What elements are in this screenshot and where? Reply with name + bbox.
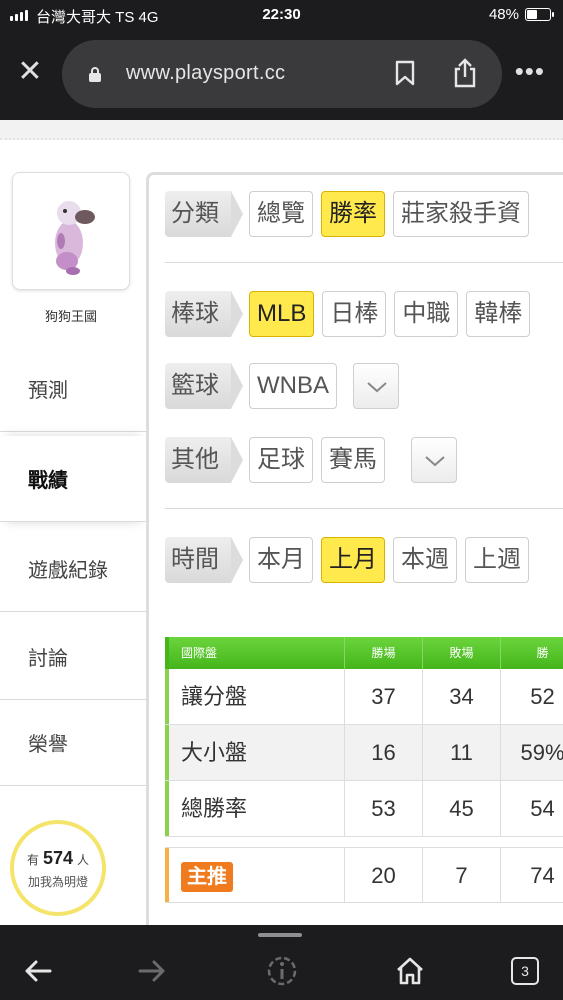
avatar[interactable] <box>12 172 130 290</box>
divider <box>165 508 563 509</box>
header-winrate: 勝 <box>501 637 563 669</box>
page-edge-decoration <box>0 120 563 140</box>
basketball-filter-row: 籃球 WNBA <box>165 361 399 411</box>
league-option-kbo[interactable]: 韓棒 <box>466 291 531 337</box>
category-tag: 分類 <box>165 191 243 237</box>
category-option-winrate[interactable]: 勝率 <box>321 191 385 237</box>
header-market: 國際盤 <box>165 637 345 669</box>
other-filter-row: 其他 足球 賽馬 <box>165 435 457 485</box>
lock-icon <box>89 67 101 82</box>
follow-lamp-badge[interactable]: 有 574 人 加我為明燈 <box>10 820 106 916</box>
time-option-this-month[interactable]: 本月 <box>249 537 313 583</box>
back-arrow-icon[interactable] <box>20 953 56 989</box>
wins-cell: 20 <box>345 848 423 902</box>
page-info-icon[interactable] <box>264 953 300 989</box>
league-option-npb[interactable]: 日棒 <box>322 291 387 337</box>
row-label: 讓分盤 <box>165 669 345 724</box>
basketball-tag: 籃球 <box>165 363 243 409</box>
follow-lamp-label: 加我為明燈 <box>27 875 88 889</box>
battery-percent: 48% <box>488 6 519 23</box>
battery-icon <box>525 8 554 21</box>
winrate-cell: 52 <box>501 669 563 724</box>
losses-cell: 11 <box>423 725 501 780</box>
more-menu-icon[interactable]: ••• <box>515 56 545 87</box>
row-label: 總勝率 <box>165 781 345 836</box>
category-filter-row: 分類 總覽 勝率 莊家殺手資 <box>165 189 529 239</box>
fan-count: 有 574 人 <box>26 848 90 868</box>
table-row: 總勝率 53 45 54 <box>165 781 563 837</box>
other-tag: 其他 <box>165 437 243 483</box>
league-option-horse-racing[interactable]: 賽馬 <box>321 437 385 483</box>
close-icon[interactable]: ✕ <box>16 57 44 87</box>
chevron-down-icon <box>367 382 387 393</box>
forward-arrow-icon[interactable] <box>134 953 170 989</box>
nav-item-record[interactable]: 戰績 <box>0 436 146 522</box>
home-icon[interactable] <box>392 953 428 989</box>
wins-cell: 16 <box>345 725 423 780</box>
category-option-bookie-killer[interactable]: 莊家殺手資 <box>393 191 529 237</box>
recommended-badge: 主推 <box>181 862 233 893</box>
losses-cell: 45 <box>423 781 501 836</box>
divider <box>165 262 563 263</box>
dog-figure-avatar-icon <box>13 173 129 289</box>
header-wins: 勝場 <box>345 637 423 669</box>
profile-sidebar: 狗狗王國 預測 戰績 遊戲紀錄 討論 榮譽 有 574 人 加我為明燈 <box>0 160 146 925</box>
time-option-last-week[interactable]: 上週 <box>465 537 529 583</box>
browser-toolbar: ✕ www.playsport.cc ••• <box>0 30 563 120</box>
tabs-icon[interactable]: 3 <box>511 957 539 985</box>
drag-handle[interactable] <box>258 933 302 937</box>
losses-cell: 7 <box>423 848 501 902</box>
category-option-overview[interactable]: 總覽 <box>249 191 313 237</box>
nav-item-predict[interactable]: 預測 <box>0 346 146 432</box>
league-option-wnba[interactable]: WNBA <box>249 363 337 409</box>
table-row: 讓分盤 37 34 52 <box>165 669 563 725</box>
baseball-tag: 棒球 <box>165 291 243 337</box>
winrate-cell: 54 <box>501 781 563 836</box>
recommended-row: 主推 20 7 74 <box>165 847 563 903</box>
header-losses: 敗場 <box>423 637 501 669</box>
winrate-cell: 59% <box>501 725 563 780</box>
league-option-soccer[interactable]: 足球 <box>249 437 313 483</box>
winrate-table: 國際盤 勝場 敗場 勝 讓分盤 37 34 52 大小盤 16 11 59% 總… <box>165 637 563 903</box>
basketball-dropdown[interactable] <box>353 363 399 409</box>
share-icon[interactable] <box>452 58 478 88</box>
row-label: 大小盤 <box>165 725 345 780</box>
address-bar[interactable]: www.playsport.cc <box>62 40 502 108</box>
browser-bottom-bar: 3 <box>0 925 563 1000</box>
chevron-down-icon <box>425 456 445 467</box>
nav-item-discussion[interactable]: 討論 <box>0 614 146 700</box>
status-bar: 台灣大哥大 TS 4G 22:30 48% <box>0 0 563 30</box>
time-option-last-month[interactable]: 上月 <box>321 537 385 583</box>
time-filter-row: 時間 本月 上月 本週 上週 <box>165 535 529 585</box>
baseball-filter-row: 棒球 MLB 日棒 中職 韓棒 <box>165 289 531 339</box>
row-label: 主推 <box>165 848 345 902</box>
other-dropdown[interactable] <box>411 437 457 483</box>
table-header: 國際盤 勝場 敗場 勝 <box>165 637 563 669</box>
wins-cell: 53 <box>345 781 423 836</box>
losses-cell: 34 <box>423 669 501 724</box>
nav-item-game-history[interactable]: 遊戲紀錄 <box>0 526 146 612</box>
league-option-mlb[interactable]: MLB <box>249 291 315 337</box>
clock: 22:30 <box>262 6 301 23</box>
wins-cell: 37 <box>345 669 423 724</box>
record-panel: 分類 總覽 勝率 莊家殺手資 棒球 MLB 日棒 中職 韓棒 籃球 WNBA 其… <box>146 172 563 925</box>
league-option-cpbl[interactable]: 中職 <box>394 291 459 337</box>
table-row: 大小盤 16 11 59% <box>165 725 563 781</box>
time-option-this-week[interactable]: 本週 <box>393 537 457 583</box>
username: 狗狗王國 <box>44 309 97 324</box>
winrate-cell: 74 <box>501 848 563 902</box>
web-page: 狗狗王國 預測 戰績 遊戲紀錄 討論 榮譽 有 574 人 加我為明燈 分類 總覽 … <box>0 120 563 925</box>
nav-item-honors[interactable]: 榮譽 <box>0 700 146 786</box>
url-text[interactable]: www.playsport.cc <box>126 62 285 85</box>
bookmark-icon[interactable] <box>394 60 416 86</box>
time-tag: 時間 <box>165 537 243 583</box>
